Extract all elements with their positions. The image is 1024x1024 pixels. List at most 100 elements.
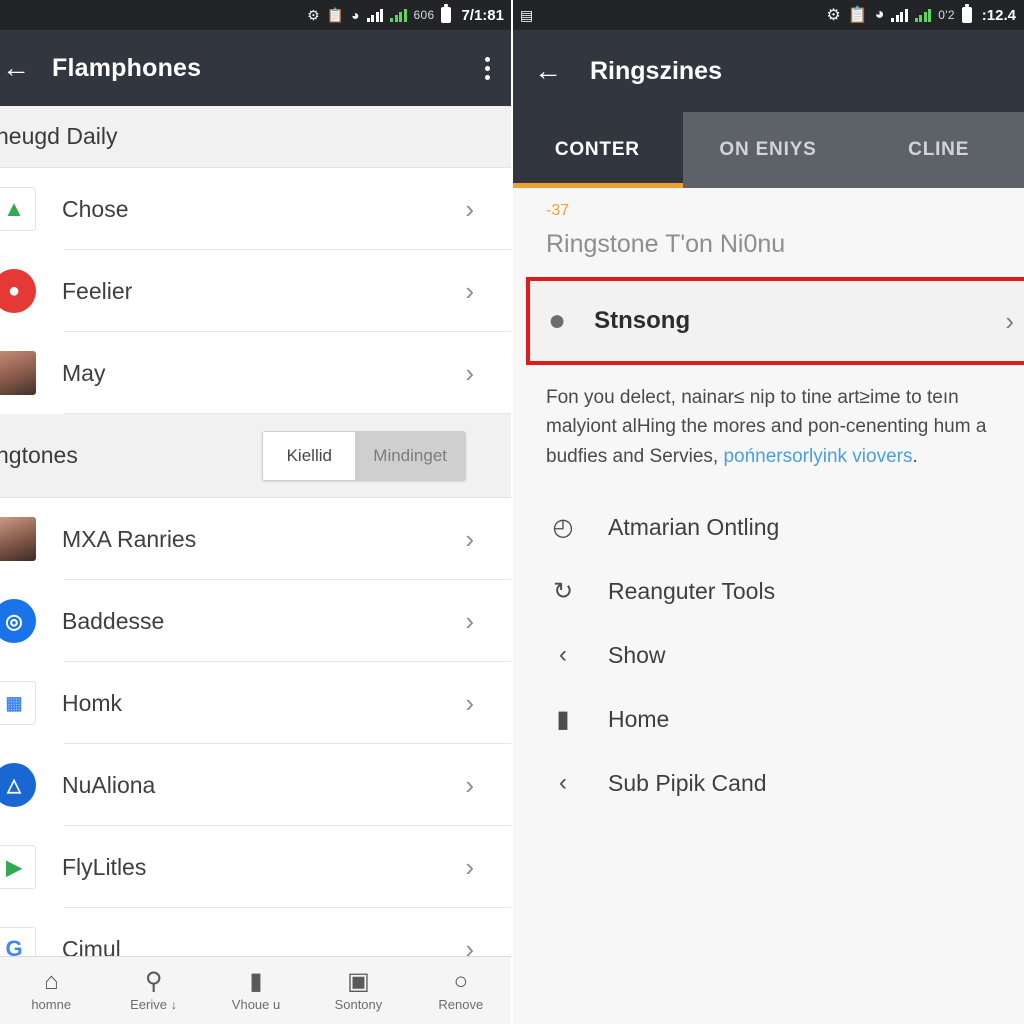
list-item[interactable]: ▲ Chose › <box>0 168 512 250</box>
overflow-menu-icon[interactable] <box>479 51 496 86</box>
action-item-home[interactable]: ▮ Home <box>512 687 1024 751</box>
section-header-ringtones: ngtones Kiellid Mindinget <box>0 414 512 498</box>
tab-conter[interactable]: CONTER <box>512 112 683 188</box>
location-pin-icon: ● <box>548 304 567 337</box>
battery-icon <box>961 4 972 23</box>
clipboard-icon: 📋 <box>847 7 868 24</box>
list-item[interactable]: MXA Ranries › <box>0 498 512 580</box>
list-item[interactable]: ● Feelier › <box>0 250 512 332</box>
list-item-label: Chose <box>62 195 129 222</box>
right-status-icons: ⚙ 📋 ◕ 0'2 :12.4 <box>826 4 1016 25</box>
highlighted-item-label: Stnsong <box>594 307 691 334</box>
chevron-right-icon: › <box>465 770 474 800</box>
settings-gear-icon: ⚙ <box>826 7 841 24</box>
status-time: 7/1:81 <box>461 6 504 24</box>
daily-list: ▲ Chose › ● Feelier › May › <box>0 168 512 414</box>
action-label: Reanguter Tools <box>608 577 776 604</box>
nav-label: Sontony <box>334 996 383 1012</box>
action-list: ◴ Atmarian Ontling ↻ Reanguter Tools ‹ S… <box>512 471 1024 815</box>
back-arrow-icon[interactable]: ← <box>534 57 562 85</box>
left-app-bar: ← Flamphones <box>0 30 512 106</box>
ringtones-list: MXA Ranries › ◎ Baddesse › ▦ Homk › △ Nu… <box>0 498 512 990</box>
back-arrow-icon[interactable]: ← <box>2 54 30 82</box>
list-item-label: MXA Ranries <box>62 525 197 552</box>
bottom-navigation: ⌂ homne ⚲ Eerive ↓ ▮ Vhoue u ▣ Sontony ○… <box>0 956 512 1024</box>
home-icon: ⌂ <box>43 967 59 995</box>
chevron-right-icon: › <box>465 852 474 882</box>
signal-icon <box>891 8 908 22</box>
status-number: 0'2 <box>938 8 955 22</box>
left-status-bar: ⚙ 📋 ◕ 606 7/1:81 <box>0 0 512 30</box>
play-store-icon: ▶ <box>0 845 36 889</box>
avatar-photo <box>0 351 36 395</box>
toggle-option-right[interactable]: Mindinget <box>355 431 465 480</box>
nav-label: homne <box>31 996 72 1012</box>
signal-green-icon <box>390 8 407 22</box>
list-item[interactable]: △ NuAliona › <box>0 744 512 826</box>
chevron-right-icon: › <box>465 276 474 306</box>
clock-icon: ◴ <box>552 513 574 541</box>
settings-gear-icon: ⚙ <box>307 7 320 23</box>
chevron-right-icon: › <box>465 358 474 388</box>
action-label: Atmarian Ontling <box>608 513 780 540</box>
wifi-icon: ◕ <box>351 7 360 23</box>
status-number: 606 <box>413 8 435 22</box>
action-item-reanguter-tools[interactable]: ↻ Reanguter Tools <box>512 559 1024 623</box>
list-item[interactable]: ◎ Baddesse › <box>0 580 512 662</box>
chevron-right-icon: › <box>465 524 474 554</box>
action-item-sub-pipik-cand[interactable]: ‹ Sub Pipik Cand <box>512 751 1024 815</box>
signal-green-icon <box>914 8 932 22</box>
view-toggle[interactable]: Kiellid Mindinget <box>262 430 466 481</box>
drive-icon: △ <box>0 763 36 807</box>
right-phone-pane: ▤ ⚙ 📋 ◕ 0'2 :12.4 ← Ringszines CONTER ON… <box>512 0 1024 1024</box>
nav-item-home[interactable]: ⌂ homne <box>0 967 102 1012</box>
search-icon: ⚲ <box>144 967 163 995</box>
description-text-end: . <box>912 445 918 467</box>
chevron-right-icon: › <box>465 606 474 636</box>
list-item-label: Homk <box>62 689 123 716</box>
nav-label: Eerive ↓ <box>130 996 178 1012</box>
nav-label: Renove <box>438 996 484 1012</box>
pane-divider <box>511 0 513 1024</box>
share-icon: ‹ <box>559 769 567 797</box>
chevron-right-icon: › <box>465 194 474 224</box>
notification-icon: ▤ <box>520 6 534 23</box>
action-label: Sub Pipik Cand <box>608 769 767 796</box>
chat-icon: ● <box>0 269 36 313</box>
list-item[interactable]: ▦ Homk › <box>0 662 512 744</box>
sheets-icon: ▦ <box>0 681 36 725</box>
section-title-daily: neugd Daily <box>0 123 118 149</box>
inline-link[interactable]: pońnersorlyink viovers <box>723 446 912 467</box>
camera-icon: ▣ <box>347 967 370 995</box>
nav-item-camera[interactable]: ▣ Sontony <box>307 967 409 1012</box>
tab-bar: CONTER ON ENIYS CLINE <box>512 112 1024 188</box>
chevron-right-icon: › <box>465 688 474 718</box>
list-item-label: Feelier <box>62 277 133 304</box>
avatar-photo <box>0 517 36 561</box>
bag-icon: ▮ <box>249 967 263 995</box>
right-page-title: Ringszines <box>590 56 722 85</box>
nav-label: Vhoue u <box>231 996 281 1012</box>
right-status-bar: ▤ ⚙ 📋 ◕ 0'2 :12.4 <box>512 0 1024 30</box>
status-time: :12.4 <box>981 6 1016 24</box>
highlighted-list-item[interactable]: ● Stnsong › <box>526 277 1024 365</box>
action-item-atmarian-ontling[interactable]: ◴ Atmarian Ontling <box>512 495 1024 559</box>
list-item[interactable]: ▶ FlyLitles › <box>0 826 512 908</box>
nav-item-search[interactable]: ⚲ Eerive ↓ <box>102 967 204 1012</box>
right-content: -37 Ringstone T'on Ni0nu ● Stnsong › Fon… <box>512 188 1024 815</box>
wifi-icon: ◕ <box>874 6 885 23</box>
list-item-label: NuAliona <box>62 771 156 798</box>
list-item-label: FlyLitles <box>62 853 147 880</box>
count-badge: -37 <box>546 202 570 219</box>
clipboard-icon: 📋 <box>326 7 345 23</box>
action-label: Show <box>608 641 666 668</box>
nav-item-bag[interactable]: ▮ Vhoue u <box>205 967 307 1012</box>
list-item-label: Baddesse <box>62 607 165 634</box>
list-item[interactable]: May › <box>0 332 512 414</box>
action-item-show[interactable]: ‹ Show <box>512 623 1024 687</box>
tab-on-eniys[interactable]: ON ENIYS <box>683 112 854 188</box>
nav-item-profile[interactable]: ○ Renove <box>410 969 512 1012</box>
dual-phone-screenshot: ⚙ 📋 ◕ 606 7/1:81 ← Flamphones neugd Dail… <box>0 0 1024 1024</box>
toggle-option-left[interactable]: Kiellid <box>263 431 356 480</box>
tab-cline[interactable]: CLINE <box>853 112 1024 188</box>
